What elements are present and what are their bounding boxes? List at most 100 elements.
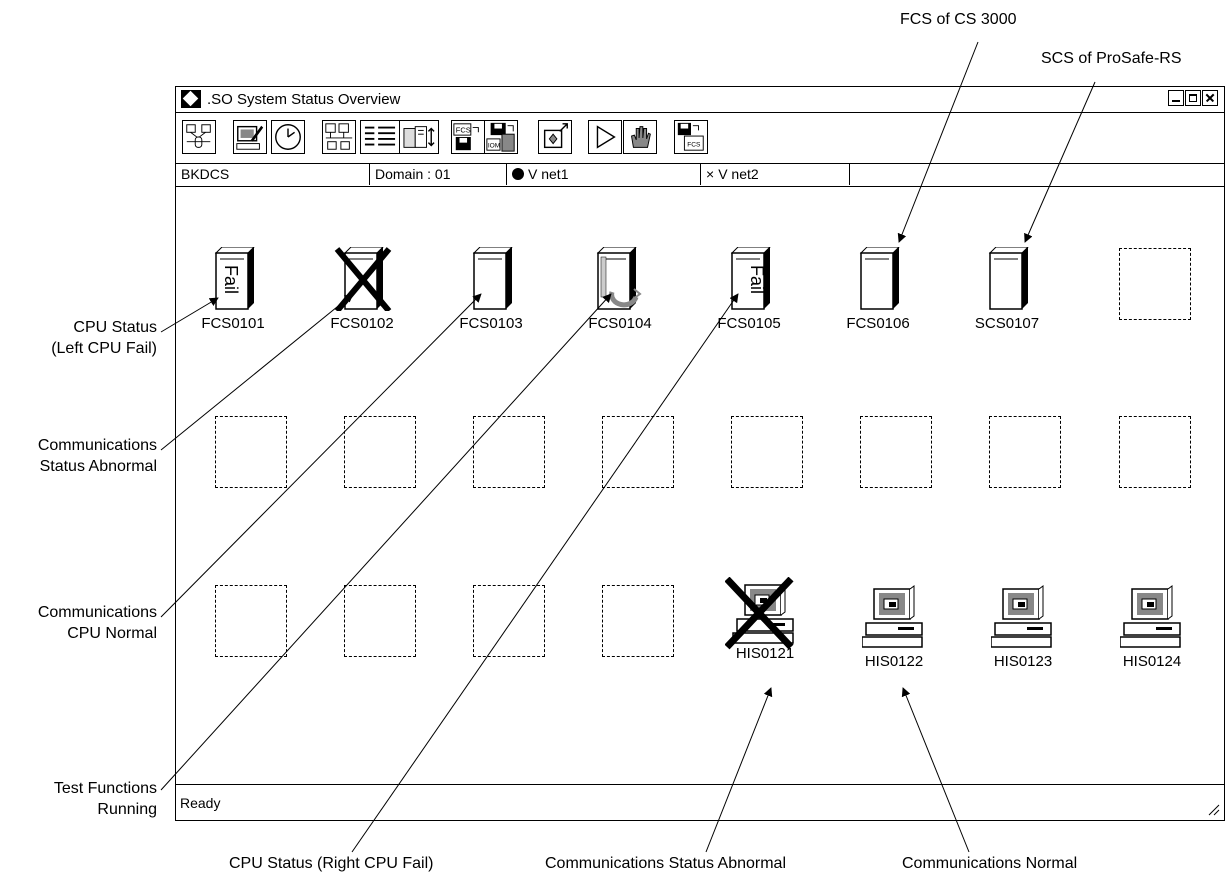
station-his0122[interactable]: HIS0122 [844,585,944,670]
iom-save-button[interactable]: IOM [484,120,518,154]
export-button[interactable] [538,120,572,154]
empty-slot[interactable] [1119,416,1191,488]
callout-comm-normal: Communications Normal [902,855,1078,872]
window-status-bar: Ready [176,784,1224,820]
resize-grip-icon[interactable] [1206,802,1220,816]
fcs-save-icon: FCS [453,123,479,151]
station-fcs0106[interactable]: FCS0106 [828,247,928,332]
svg-text:FCS: FCS [687,141,701,148]
vnet1-status: V net1 [507,164,701,185]
station-name: HIS0124 [1122,653,1182,670]
clock-icon [275,124,301,150]
empty-slot[interactable] [1119,248,1191,320]
svg-text:Fail: Fail [221,265,241,294]
vnet1-label: V net1 [528,166,569,182]
cabinet-icon [403,126,435,148]
empty-slot[interactable] [344,416,416,488]
station-name: FCS0103 [459,315,523,332]
empty-slot[interactable] [215,585,287,657]
empty-slot[interactable] [602,585,674,657]
station-fcs0103[interactable]: FCS0103 [441,247,541,332]
station-his0123[interactable]: HIS0123 [973,585,1073,670]
network-status-bar: BKDCS Domain : 01 V net1 × V net2 [176,163,1224,187]
system-status-window: .SO System Status Overview FCS IOM FCS B… [175,86,1225,821]
hmi-network-button[interactable] [322,120,356,154]
edit-monitor-icon [236,125,264,150]
station-name: FCS0105 [717,315,781,332]
cabinet-button[interactable] [399,120,439,154]
edit-monitor-button[interactable] [233,120,267,154]
station-his0124[interactable]: HIS0124 [1102,585,1202,670]
iom-save-icon: IOM [486,122,515,152]
empty-slot[interactable] [860,416,932,488]
title-bar[interactable]: .SO System Status Overview [176,87,1224,113]
scs-cabinet-icon [988,247,1029,310]
ready-status: Ready [180,795,221,811]
window-controls [1168,90,1218,106]
fcs-cabinet-icon [472,247,513,310]
empty-slot[interactable] [215,416,287,488]
hand-button[interactable] [623,120,657,154]
empty-slot[interactable] [344,585,416,657]
list-icon [364,126,396,146]
fcs-cabinet-icon [334,247,392,311]
callout-comm-status-abnormal-bottom: Communications Status Abnormal [545,855,786,872]
empty-slot[interactable] [473,416,545,488]
system-view-icon [186,124,211,148]
station-name: HIS0122 [864,653,924,670]
station-scs0107[interactable]: SCS0107 [957,247,1057,332]
callout-comm-cpu-normal: Communications CPU Normal [37,604,157,642]
fcs-download-button[interactable]: FCS [674,120,708,154]
station-name: FCS0106 [846,315,910,332]
station-name: HIS0123 [993,653,1053,670]
vnet2-label: V net2 [718,166,759,182]
svg-text:Fail: Fail [747,265,767,294]
empty-slot[interactable] [989,416,1061,488]
station-fcs0104[interactable]: FCS0104 [570,247,670,332]
list-button[interactable] [360,120,400,154]
play-icon [596,125,616,149]
station-fcs0105[interactable]: Fail FCS0105 [699,247,799,332]
empty-slot[interactable] [473,585,545,657]
fcs-cabinet-icon [596,247,642,310]
fcs-save-button[interactable]: FCS [451,120,485,154]
callout-test-running: Test Functions Running [53,780,157,818]
his-computer-icon [862,585,923,648]
fcs-download-icon: FCS [677,122,704,151]
project-name: BKDCS [176,164,370,185]
window-title: .SO System Status Overview [207,91,401,108]
domain-label: Domain : 01 [370,164,507,185]
callout-cpu-left-fail: CPU Status (Left CPU Fail) [51,319,157,357]
station-name: SCS0107 [974,315,1040,332]
station-name: FCS0101 [201,315,265,332]
play-button[interactable] [588,120,622,154]
clock-button[interactable] [271,120,305,154]
svg-text:FCS: FCS [456,125,471,134]
station-fcs0102[interactable]: FCS0102 [312,247,412,332]
empty-slot[interactable] [602,416,674,488]
vnet1-ok-icon [512,168,524,180]
export-icon [543,123,568,149]
callout-fcs-cs3000: FCS of CS 3000 [900,11,1017,28]
close-button[interactable] [1202,90,1218,106]
callout-comm-status-abnormal-left: Communications Status Abnormal [37,437,157,475]
callout-cpu-right-fail: CPU Status (Right CPU Fail) [229,855,434,872]
fcs-cabinet-icon: Fail [730,247,771,310]
minimize-button[interactable] [1168,90,1184,106]
hmi-network-icon [325,123,353,150]
empty-slot[interactable] [731,416,803,488]
toolbar: FCS IOM FCS [176,113,1224,163]
station-his0121[interactable]: HIS0121 [715,577,815,662]
window-logo-icon [181,90,201,108]
fcs-cabinet-icon [859,247,900,310]
his-computer-icon [1120,585,1181,648]
station-name: FCS0104 [588,315,652,332]
vnet2-status: × V net2 [701,164,850,185]
system-view-button[interactable] [182,120,216,154]
fcs-cabinet-icon: Fail [214,247,255,310]
vnet2-error-icon: × [706,166,715,182]
maximize-button[interactable] [1185,90,1201,106]
station-fcs0101[interactable]: Fail FCS0101 [183,247,283,332]
callout-scs-prosafe: SCS of ProSafe-RS [1041,50,1182,67]
svg-text:IOM: IOM [488,142,500,149]
